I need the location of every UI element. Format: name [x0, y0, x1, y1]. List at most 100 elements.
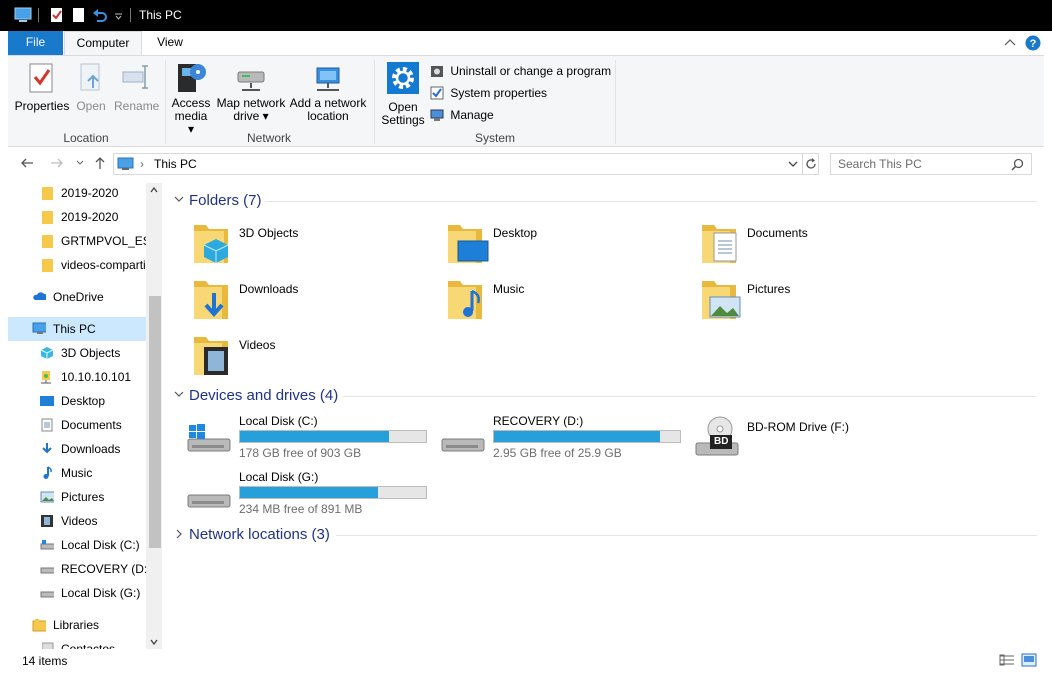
- undo-icon[interactable]: [92, 7, 108, 23]
- window-title: This PC: [139, 8, 182, 22]
- minimize-ribbon-icon[interactable]: [1004, 38, 1016, 48]
- section-divider: [336, 535, 1037, 536]
- manage-button[interactable]: Manage: [430, 107, 494, 123]
- large-icons-view-icon[interactable]: [1021, 653, 1037, 667]
- nav-item-documents[interactable]: Documents: [40, 413, 162, 437]
- nav-item-local-disk-c[interactable]: Local Disk (C:): [40, 533, 162, 557]
- add-network-location-button[interactable]: Add a network location: [288, 64, 368, 123]
- up-arrow-icon[interactable]: [94, 156, 106, 170]
- uninstall-program-button[interactable]: Uninstall or change a program: [430, 63, 611, 79]
- nav-item-local-disk-g[interactable]: Local Disk (G:): [40, 581, 162, 605]
- nav-item-downloads[interactable]: Downloads: [40, 437, 162, 461]
- uninstall-label: Uninstall or change a program: [450, 64, 612, 78]
- chevron-down-icon[interactable]: [174, 391, 184, 399]
- tab-computer[interactable]: Computer: [64, 31, 142, 56]
- search-input[interactable]: Search This PC: [838, 157, 922, 171]
- system-properties-icon: [430, 86, 444, 100]
- cloud-icon: [33, 292, 46, 300]
- nav-item-folder[interactable]: 2019-2020: [42, 183, 162, 205]
- folder-name: Music: [493, 282, 525, 296]
- search-box[interactable]: Search This PC: [830, 153, 1032, 175]
- nav-item-folder[interactable]: 2019-2020: [42, 205, 162, 229]
- drive-name: Local Disk (C:): [239, 414, 318, 428]
- help-icon[interactable]: ?: [1025, 35, 1041, 51]
- tab-view[interactable]: View: [146, 31, 194, 55]
- network-drive-icon: [41, 371, 51, 384]
- nav-item-folder[interactable]: videos-comparti: [42, 253, 148, 277]
- refresh-icon[interactable]: [804, 157, 818, 171]
- rename-button[interactable]: Rename: [114, 62, 159, 113]
- folder-icon: [42, 211, 53, 224]
- map-network-drive-button[interactable]: Map network drive ▾: [214, 66, 288, 123]
- status-bar: 14 items: [0, 650, 1052, 680]
- search-icon[interactable]: [1011, 158, 1024, 171]
- drives-section-header[interactable]: Devices and drives (4): [189, 387, 338, 404]
- scroll-up-icon[interactable]: [150, 187, 158, 193]
- address-dropdown-icon[interactable]: [788, 161, 798, 169]
- scroll-down-icon[interactable]: [150, 639, 158, 645]
- nav-item-label: Local Disk (C:): [61, 538, 140, 552]
- nav-item-desktop[interactable]: Desktop: [40, 389, 162, 413]
- nav-item-network-drive[interactable]: 10.10.10.101: [40, 365, 162, 389]
- nav-item-label: Desktop: [61, 394, 106, 408]
- drive-usage-fill: [494, 431, 660, 442]
- open-button[interactable]: Open: [70, 62, 112, 113]
- customize-quick-access-icon[interactable]: [114, 11, 124, 27]
- nav-item-libraries[interactable]: Libraries: [32, 613, 162, 637]
- nav-item-contacts[interactable]: Contactos: [42, 637, 162, 649]
- folder-item-music[interactable]: Music: [446, 277, 696, 327]
- access-media-button[interactable]: Access media ▾: [170, 60, 212, 136]
- recent-locations-icon[interactable]: [76, 160, 84, 166]
- desktop-icon: [40, 396, 54, 406]
- drive-item-c[interactable]: Local Disk (C:) 178 GB free of 903 GB: [186, 413, 436, 463]
- group-separator: [615, 60, 616, 144]
- folder-item-documents[interactable]: Documents: [700, 221, 950, 271]
- nav-item-music[interactable]: Music: [40, 461, 162, 485]
- nav-item-this-pc[interactable]: This PC: [8, 317, 146, 341]
- folder-item-downloads[interactable]: Downloads: [192, 277, 442, 327]
- drive-usage-bar: [239, 486, 427, 499]
- system-properties-button[interactable]: System properties: [430, 85, 547, 101]
- chevron-down-icon[interactable]: [174, 196, 184, 204]
- details-view-icon[interactable]: [999, 654, 1015, 666]
- back-arrow-icon[interactable]: [20, 157, 34, 169]
- nav-item-label: Libraries: [53, 618, 100, 632]
- folder-item-pictures[interactable]: Pictures: [700, 277, 950, 327]
- properties-quick-icon[interactable]: [50, 7, 64, 23]
- nav-item-onedrive[interactable]: OneDrive: [32, 285, 162, 309]
- tab-file[interactable]: File: [8, 31, 63, 55]
- open-icon: [80, 63, 100, 91]
- drive-icon: [441, 438, 485, 452]
- nav-item-label: RECOVERY (D:): [61, 562, 152, 576]
- nav-item-3d-objects[interactable]: 3D Objects: [40, 341, 162, 365]
- drive-item-d[interactable]: RECOVERY (D:) 2.95 GB free of 25.9 GB: [440, 413, 690, 463]
- download-icon: [42, 443, 52, 454]
- nav-item-pictures[interactable]: Pictures: [40, 485, 162, 509]
- title-bar: This PC: [0, 0, 1052, 31]
- breadcrumb-separator[interactable]: ›: [140, 157, 144, 171]
- computer-icon: [117, 157, 134, 170]
- new-folder-quick-icon[interactable]: [72, 7, 86, 23]
- music-icon: [448, 281, 482, 319]
- drive-item-f[interactable]: BD BD-ROM Drive (F:): [694, 413, 944, 463]
- chevron-right-icon[interactable]: [176, 529, 184, 539]
- folders-section-header[interactable]: Folders (7): [189, 192, 262, 209]
- rename-icon: [122, 65, 148, 89]
- folder-item-videos[interactable]: Videos: [192, 333, 442, 383]
- nav-item-folder[interactable]: GRTMPVOL_ES_I: [42, 229, 148, 253]
- forward-arrow-icon[interactable]: [50, 157, 64, 169]
- breadcrumb[interactable]: This PC: [154, 157, 197, 171]
- folder-item-3d-objects[interactable]: 3D Objects: [192, 221, 442, 271]
- properties-label: Properties: [14, 99, 70, 113]
- map-drive-label-2-text: drive: [233, 109, 260, 123]
- network-section-header[interactable]: Network locations (3): [189, 526, 330, 543]
- nav-item-videos[interactable]: Videos: [40, 509, 162, 533]
- scrollbar-thumb[interactable]: [149, 296, 161, 548]
- nav-item-label: 2019-2020: [61, 210, 119, 224]
- drive-item-g[interactable]: Local Disk (G:) 234 MB free of 891 MB: [186, 469, 436, 519]
- open-settings-button[interactable]: Open Settings: [380, 62, 426, 127]
- nav-item-recovery-d[interactable]: RECOVERY (D:): [40, 557, 162, 581]
- folder-item-desktop[interactable]: Desktop: [446, 221, 696, 271]
- address-bar[interactable]: › This PC: [113, 153, 819, 175]
- properties-button[interactable]: Properties: [12, 62, 72, 113]
